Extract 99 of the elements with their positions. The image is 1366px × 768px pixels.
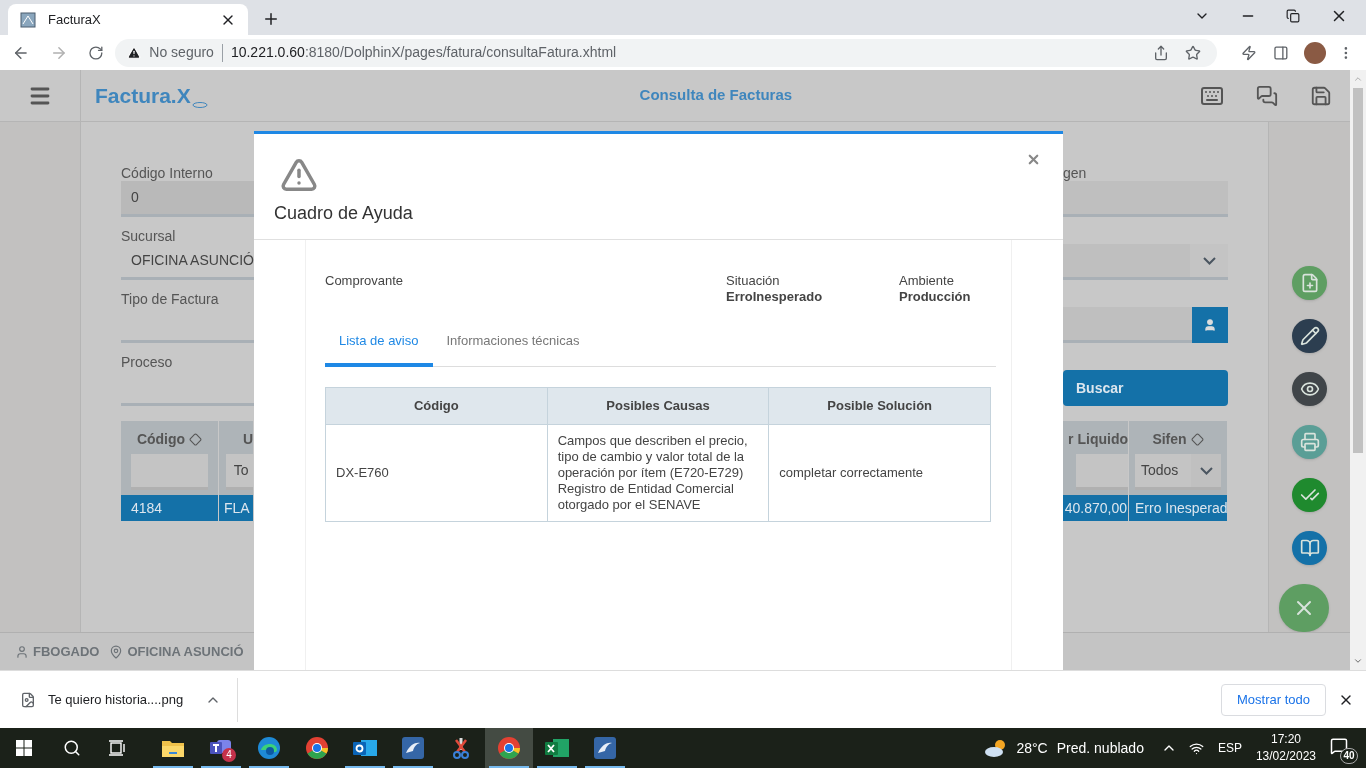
column-header: Código xyxy=(325,387,548,424)
dialog-tab[interactable]: Lista de aviso xyxy=(325,329,433,367)
table-cell: DX-E760 xyxy=(325,424,548,521)
table-row[interactable]: 40.870,00 Erro Inesperad xyxy=(1063,495,1228,521)
input-field[interactable] xyxy=(1063,307,1192,343)
dolphin-app-icon xyxy=(401,736,425,760)
address-bar[interactable]: No seguro 10.221.0.60:8180/DolphinX/pages/fatura/consultaFatura.xhtml xyxy=(115,38,1217,67)
field-label: Tipo de Factura xyxy=(121,291,220,307)
table-cell: completar correctamente xyxy=(768,424,991,521)
table-cell: Erro Inesperad xyxy=(1129,495,1228,521)
column-header[interactable]: Sifen xyxy=(1152,428,1187,450)
user-lookup-button[interactable] xyxy=(1192,307,1228,343)
new-tab-icon[interactable] xyxy=(262,10,280,28)
weather-text: Pred. nublado xyxy=(1056,738,1144,758)
image-file-icon xyxy=(20,691,36,708)
user-name: FBOGADO xyxy=(33,642,100,661)
sort-icon[interactable] xyxy=(189,432,203,446)
field-label: Código Interno xyxy=(121,165,214,181)
download-filename[interactable]: Te quiero historia....png xyxy=(48,689,184,710)
browser-wave-icon xyxy=(257,736,281,760)
search-button[interactable]: Buscar xyxy=(1063,370,1228,406)
field-label: Sucursal xyxy=(121,228,177,244)
column-header: Posible Solución xyxy=(768,387,991,424)
taskbar-app[interactable] xyxy=(485,728,533,768)
windows-logo-icon[interactable] xyxy=(16,740,32,756)
chat-icon[interactable] xyxy=(1256,84,1278,107)
filter-field[interactable] xyxy=(1076,454,1128,490)
table-cell: Campos que describen el precio, tipo de cambio y valor total de la operación por ítem (E720-E729) Registro de Entidad Comercial otorgado por el SENAVE xyxy=(547,424,769,521)
sort-icon[interactable] xyxy=(1190,432,1204,446)
show-all-button[interactable]: Mostrar todo xyxy=(1221,683,1326,716)
chevron-down-icon xyxy=(1202,256,1216,265)
scissors-icon xyxy=(451,736,471,760)
approve-action-button[interactable] xyxy=(1292,477,1327,512)
browser-circle-icon xyxy=(497,736,521,760)
filter-field[interactable]: To xyxy=(225,454,253,490)
browser-tab[interactable]: FacturaX xyxy=(8,4,248,35)
location-pin-icon xyxy=(109,644,124,659)
office-name: OFICINA ASUNCIÓ xyxy=(127,642,244,661)
info-value: ErroInesperado xyxy=(726,289,824,305)
column-header[interactable]: r Liquido xyxy=(1068,428,1128,450)
save-icon[interactable] xyxy=(1310,84,1332,107)
profile-avatar[interactable] xyxy=(1304,41,1327,64)
dialog-title: Cuadro de Ayuda xyxy=(274,202,414,225)
taskbar-app[interactable]: 4 xyxy=(197,728,245,768)
user-icon xyxy=(1203,318,1217,332)
info-label: Situación xyxy=(726,273,781,289)
input-field[interactable]: 0 xyxy=(121,181,254,217)
scrollbar[interactable] xyxy=(1350,70,1366,670)
side-panel-icon[interactable] xyxy=(1272,44,1289,61)
network-icon[interactable] xyxy=(1188,740,1204,756)
logo-swoosh-icon xyxy=(191,101,208,110)
table-cell: 4184 xyxy=(121,495,219,521)
column-header[interactable]: U xyxy=(242,428,253,450)
warning-icon xyxy=(280,156,318,194)
bookmark-star-icon[interactable] xyxy=(1184,44,1201,61)
security-label: No seguro xyxy=(149,43,214,62)
task-view-icon[interactable] xyxy=(108,740,126,756)
printer-icon xyxy=(1299,431,1320,452)
manual-action-button[interactable] xyxy=(1292,530,1327,565)
info-label: Comprovante xyxy=(325,273,405,289)
folder-icon xyxy=(161,738,185,758)
restore-icon[interactable] xyxy=(1286,9,1300,23)
filter-select[interactable]: Todos xyxy=(1135,454,1221,490)
mail-app-icon xyxy=(352,737,378,759)
pencil-icon xyxy=(1299,325,1320,346)
search-icon[interactable] xyxy=(63,739,81,757)
book-icon xyxy=(1299,537,1320,558)
page-title: Consulta de Facturas xyxy=(639,85,793,106)
warning-icon xyxy=(127,45,142,60)
info-value: Producción xyxy=(899,289,971,305)
url-text: 10.221.0.60:8180/DolphinX/pages/fatura/consultaFatura.xhtml xyxy=(230,43,617,62)
app-logo: Factura.X xyxy=(95,82,191,109)
input-field[interactable] xyxy=(1063,181,1228,217)
table-row[interactable]: 4184 FLA xyxy=(121,495,254,521)
dolphin-app-icon xyxy=(593,736,617,760)
clock-time: 17:20 xyxy=(1270,731,1301,748)
share-icon[interactable] xyxy=(1152,44,1169,61)
select-field[interactable] xyxy=(1063,244,1228,280)
clock-date: 13/02/2023 xyxy=(1255,748,1316,765)
edit-action-button[interactable] xyxy=(1292,318,1327,353)
scroll-down-icon[interactable] xyxy=(1353,656,1363,666)
column-header[interactable]: Código xyxy=(136,428,186,450)
language-indicator[interactable]: ESP xyxy=(1217,739,1242,757)
view-action-button[interactable] xyxy=(1292,371,1327,406)
spreadsheet-icon xyxy=(544,737,570,759)
app-favicon-icon xyxy=(20,11,36,28)
tab-title: FacturaX xyxy=(48,10,102,29)
dialog-tab[interactable]: Informaciones técnicas xyxy=(432,329,594,367)
chevron-down-icon xyxy=(1199,466,1213,475)
notification-badge: 4 xyxy=(222,748,236,762)
user-icon xyxy=(15,644,29,659)
column-header: Posibles Causas xyxy=(547,387,769,424)
temperature: 28°C xyxy=(1016,738,1048,758)
field-label: Proceso xyxy=(121,354,174,370)
notification-count: 40 xyxy=(1340,748,1358,764)
field-label: gen xyxy=(1063,165,1087,181)
reload-icon[interactable] xyxy=(87,44,104,61)
info-label: Ambiente xyxy=(899,273,955,289)
browser-circle-icon xyxy=(305,736,329,760)
